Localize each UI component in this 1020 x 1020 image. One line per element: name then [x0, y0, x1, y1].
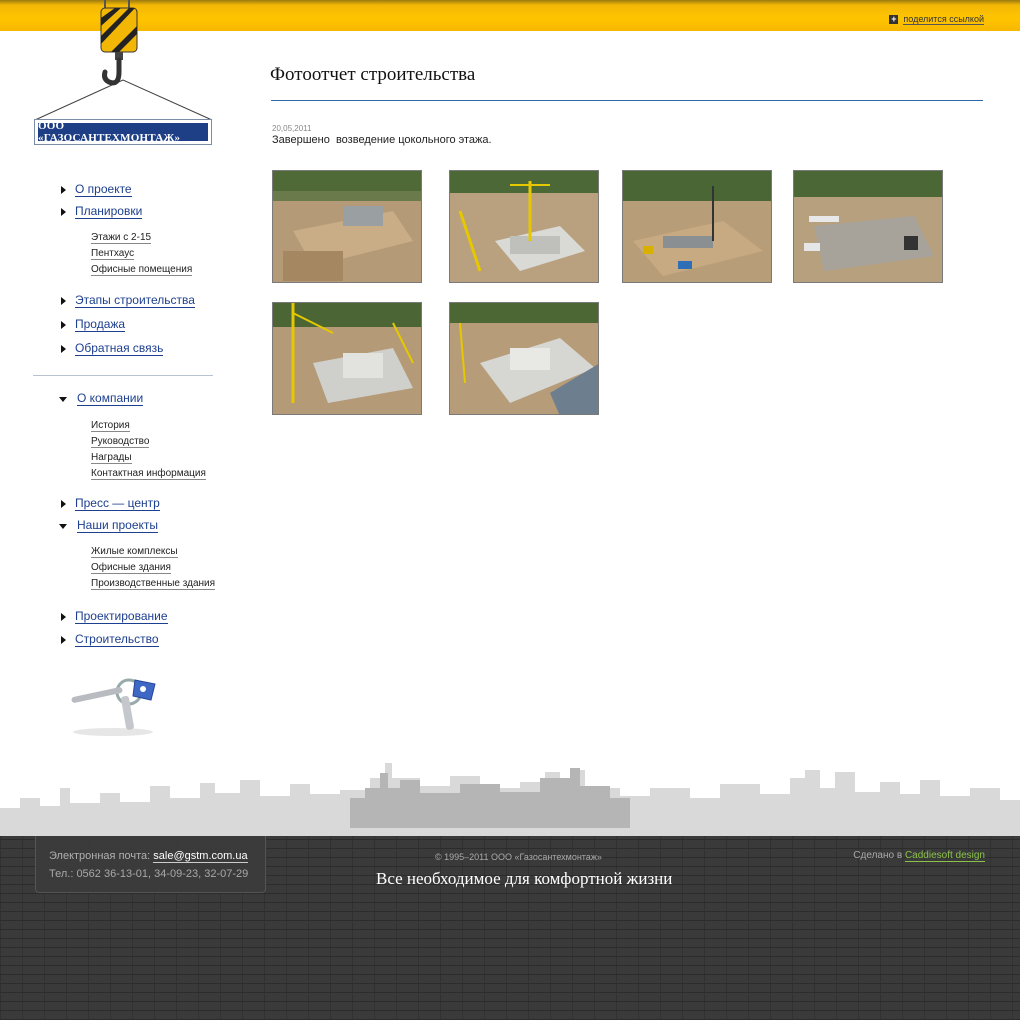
- arrow-down-icon: [59, 396, 67, 402]
- photo-thumbnail[interactable]: [272, 302, 422, 415]
- top-bar: [0, 0, 1020, 31]
- share-link[interactable]: + поделится ссылкой: [889, 14, 984, 25]
- menu-divider: [33, 375, 213, 376]
- company-logo-text: ООО «ГАЗОСАНТЕХМОНТАЖ»: [38, 120, 208, 144]
- submenu-item-management[interactable]: Руководство: [91, 436, 150, 448]
- email-line: Электронная почта: sale@gstm.com.ua: [49, 850, 248, 863]
- menu-item-about-company[interactable]: О компании: [59, 392, 144, 406]
- submenu-item-residential[interactable]: Жилые комплексы: [91, 546, 178, 558]
- email-label: Электронная почта:: [49, 850, 154, 862]
- menu-item-construction-stages[interactable]: Этапы строительства: [59, 294, 195, 308]
- made-by-label: Сделано в: [853, 850, 905, 861]
- photo-thumbnail[interactable]: [793, 170, 943, 283]
- crane-hook-icon: [100, 0, 138, 86]
- arrow-right-icon: [61, 636, 66, 644]
- submenu-item-offices[interactable]: Офисные помещения: [91, 264, 193, 276]
- submenu-item-awards[interactable]: Награды: [91, 452, 132, 464]
- plus-icon: +: [889, 14, 899, 24]
- menu-item-our-projects[interactable]: Наши проекты: [59, 519, 159, 533]
- keys-icon: [71, 678, 156, 736]
- menu-item-feedback[interactable]: Обратная связь: [59, 342, 164, 356]
- report-date: 20,05,2011: [272, 124, 312, 133]
- contact-box: Электронная почта: sale@gstm.com.ua Тел.…: [35, 836, 266, 893]
- submenu-item-penthouse[interactable]: Пентхаус: [91, 248, 135, 260]
- made-by: Сделано в Caddiesoft design: [853, 850, 985, 862]
- title-underline: [271, 100, 983, 101]
- arrow-right-icon: [61, 613, 66, 621]
- arrow-down-icon: [59, 523, 67, 529]
- arrow-right-icon: [61, 208, 66, 216]
- page-title: Фотоотчет строительства: [270, 64, 476, 85]
- arrow-right-icon: [61, 345, 66, 353]
- submenu-item-industrial[interactable]: Производственные здания: [91, 578, 216, 590]
- copyright: © 1995–2011 ООО «Газосантехмонтаж»: [435, 852, 602, 862]
- menu-item-sales[interactable]: Продажа: [59, 318, 126, 332]
- photo-thumbnail[interactable]: [449, 302, 599, 415]
- share-link-label[interactable]: поделится ссылкой: [903, 14, 984, 25]
- report-description: Завершено возведение цокольного этажа.: [272, 134, 492, 146]
- slogan: Все необходимое для комфортной жизни: [376, 869, 673, 888]
- city-skyline-image: [0, 763, 1020, 838]
- menu-item-about-project[interactable]: О проекте: [59, 183, 132, 197]
- submenu-item-floors[interactable]: Этажи с 2-15: [91, 232, 152, 244]
- arrow-right-icon: [61, 297, 66, 305]
- arrow-right-icon: [61, 321, 66, 329]
- menu-item-design[interactable]: Проектирование: [59, 610, 168, 624]
- submenu-item-office-buildings[interactable]: Офисные здания: [91, 562, 171, 574]
- menu-item-press-center[interactable]: Пресс — центр: [59, 497, 160, 511]
- made-by-link[interactable]: Caddiesoft design: [904, 850, 985, 862]
- arrow-right-icon: [61, 500, 66, 508]
- photo-thumbnail[interactable]: [449, 170, 599, 283]
- arrow-right-icon: [61, 186, 66, 194]
- email-link[interactable]: sale@gstm.com.ua: [153, 850, 248, 863]
- submenu-item-contacts[interactable]: Контактная информация: [91, 468, 206, 480]
- menu-item-construction[interactable]: Строительство: [59, 633, 159, 647]
- photo-thumbnail[interactable]: [622, 170, 772, 283]
- phone-numbers: Тел.: 0562 36-13-01, 34-09-23, 32-07-29: [49, 868, 249, 880]
- photo-thumbnail[interactable]: [272, 170, 422, 283]
- submenu-item-history[interactable]: История: [91, 420, 130, 432]
- company-logo[interactable]: ООО «ГАЗОСАНТЕХМОНТАЖ»: [34, 119, 212, 145]
- menu-item-layouts[interactable]: Планировки: [59, 205, 143, 219]
